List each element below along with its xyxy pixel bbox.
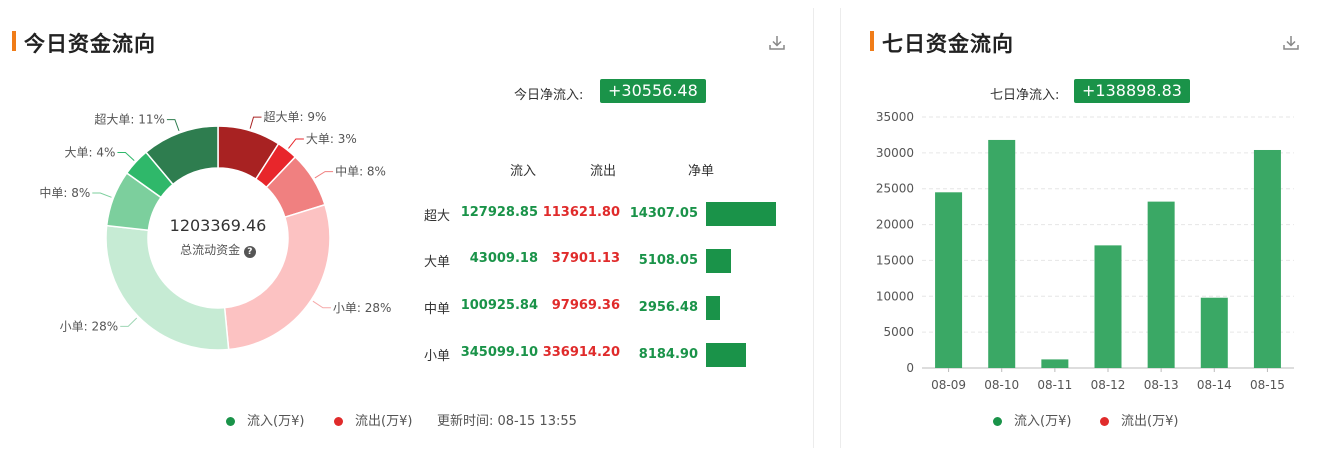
y-tick-label: 25000 <box>876 182 914 196</box>
row-label: 中单 <box>424 302 451 317</box>
panel-divider <box>813 8 814 448</box>
seven-day-fund-flow-panel: 七日资金流向 七日净流入: +138898.83 0 5000 10000 15000… <box>842 0 1317 471</box>
row-net-bar <box>706 202 776 226</box>
donut-label-line <box>312 300 331 309</box>
y-tick-label: 15000 <box>876 253 914 267</box>
donut-center-label: 总流动资金 <box>180 243 241 257</box>
x-tick-label: 08-12 <box>1091 378 1126 392</box>
donut-slice-label: 超大单: 9% <box>263 109 326 124</box>
y-tick-label: 20000 <box>876 218 914 232</box>
legend-outflow[interactable]: 流出(万¥) <box>334 410 412 429</box>
bar[interactable] <box>1200 297 1228 368</box>
donut-label-line <box>117 152 135 162</box>
red-dot-icon <box>334 417 343 426</box>
row-label: 大单 <box>424 255 451 270</box>
donut-slice-label: 中单: 8% <box>39 185 90 200</box>
row-inflow: 345099.10 <box>460 345 538 360</box>
donut-label-line <box>166 119 180 132</box>
row-label: 超大 <box>424 209 451 224</box>
donut-slice-label: 中单: 8% <box>335 164 386 179</box>
red-dot-icon <box>1100 417 1109 426</box>
donut-slice-label: 大单: 3% <box>306 132 357 146</box>
row-outflow: 37901.13 <box>551 251 620 266</box>
row-inflow: 127928.85 <box>460 205 538 220</box>
y-tick-label: 30000 <box>876 146 914 160</box>
row-inflow: 43009.18 <box>469 251 538 266</box>
x-tick-label: 08-14 <box>1197 378 1232 392</box>
donut-slice-label: 小单: 28% <box>333 301 392 315</box>
update-time: 更新时间: 08-15 13:55 <box>437 414 577 429</box>
donut-center-value: 1203369.46 <box>169 216 267 235</box>
bar[interactable] <box>1094 245 1122 368</box>
x-tick-label: 08-13 <box>1144 378 1179 392</box>
row-net: 2956.48 <box>638 300 698 315</box>
bar[interactable] <box>1253 149 1281 368</box>
donut-label-line <box>92 192 112 198</box>
legend-inflow-label: 流入(万¥) <box>247 414 305 429</box>
legend-outflow-label: 流出(万¥) <box>1121 414 1179 429</box>
bar[interactable] <box>1147 201 1175 368</box>
row-net-bar <box>706 296 720 320</box>
legend-outflow-label: 流出(万¥) <box>355 414 413 429</box>
donut-label-line <box>314 171 334 179</box>
row-outflow: 336914.20 <box>542 345 620 360</box>
green-dot-icon <box>226 417 235 426</box>
row-outflow: 113621.80 <box>542 205 620 220</box>
row-net-bar <box>706 249 731 273</box>
legend-outflow[interactable]: 流出(万¥) <box>1100 410 1178 429</box>
col-header-net: 净单 <box>688 164 715 179</box>
x-tick-label: 08-09 <box>931 378 966 392</box>
green-dot-icon <box>993 417 1002 426</box>
donut-label-line <box>249 116 262 129</box>
row-outflow: 97969.36 <box>551 298 620 313</box>
y-tick-label: 10000 <box>876 289 914 303</box>
bar[interactable] <box>935 192 963 368</box>
seven-day-bar-chart: 0 5000 10000 15000 20000 25000 30000 35000 08-09… <box>876 110 1294 392</box>
legend-inflow[interactable]: 流入(万¥) <box>993 410 1071 429</box>
donut-slice-label: 超大单: 11% <box>94 112 165 127</box>
y-tick-label: 5000 <box>883 325 914 339</box>
row-net: 8184.90 <box>638 347 698 362</box>
panel-divider <box>840 8 841 448</box>
donut-slice-label: 小单: 28% <box>60 319 119 333</box>
question-circle-icon[interactable]: ? <box>243 246 256 258</box>
x-tick-label: 08-15 <box>1250 378 1285 392</box>
x-tick-label: 08-10 <box>984 378 1019 392</box>
legend-inflow[interactable]: 流入(万¥) <box>226 410 304 429</box>
today-fund-flow-panel: 今日资金流向 今日净流入: +30556.48 超大单: 9% 大单: 3% 中单:… <box>0 0 812 471</box>
donut-chart: 超大单: 9% 大单: 3% 中单: 8% 小单: 28% 小单: 28% 中单: 8% 大… <box>39 109 392 351</box>
x-tick-label: 08-11 <box>1037 378 1072 392</box>
legend-inflow-label: 流入(万¥) <box>1014 414 1072 429</box>
today-net-value: +30556.48 <box>600 79 706 103</box>
bar[interactable] <box>1041 359 1069 368</box>
col-header-out: 流出 <box>590 164 617 179</box>
row-net: 5108.05 <box>638 253 698 268</box>
y-tick-label: 35000 <box>876 110 914 124</box>
y-tick-label: 0 <box>906 361 914 375</box>
row-net: 14307.05 <box>629 206 698 221</box>
col-header-in: 流入 <box>510 164 537 179</box>
today-net-label: 今日净流入: <box>514 88 584 103</box>
download-icon[interactable] <box>768 34 786 52</box>
bar[interactable] <box>988 139 1016 368</box>
donut-label-line <box>288 138 304 149</box>
row-label: 小单 <box>424 349 451 364</box>
row-inflow: 100925.84 <box>460 298 538 313</box>
row-net-bar <box>706 343 746 367</box>
donut-label-line <box>120 317 138 327</box>
donut-slice-label: 大单: 4% <box>65 146 116 160</box>
